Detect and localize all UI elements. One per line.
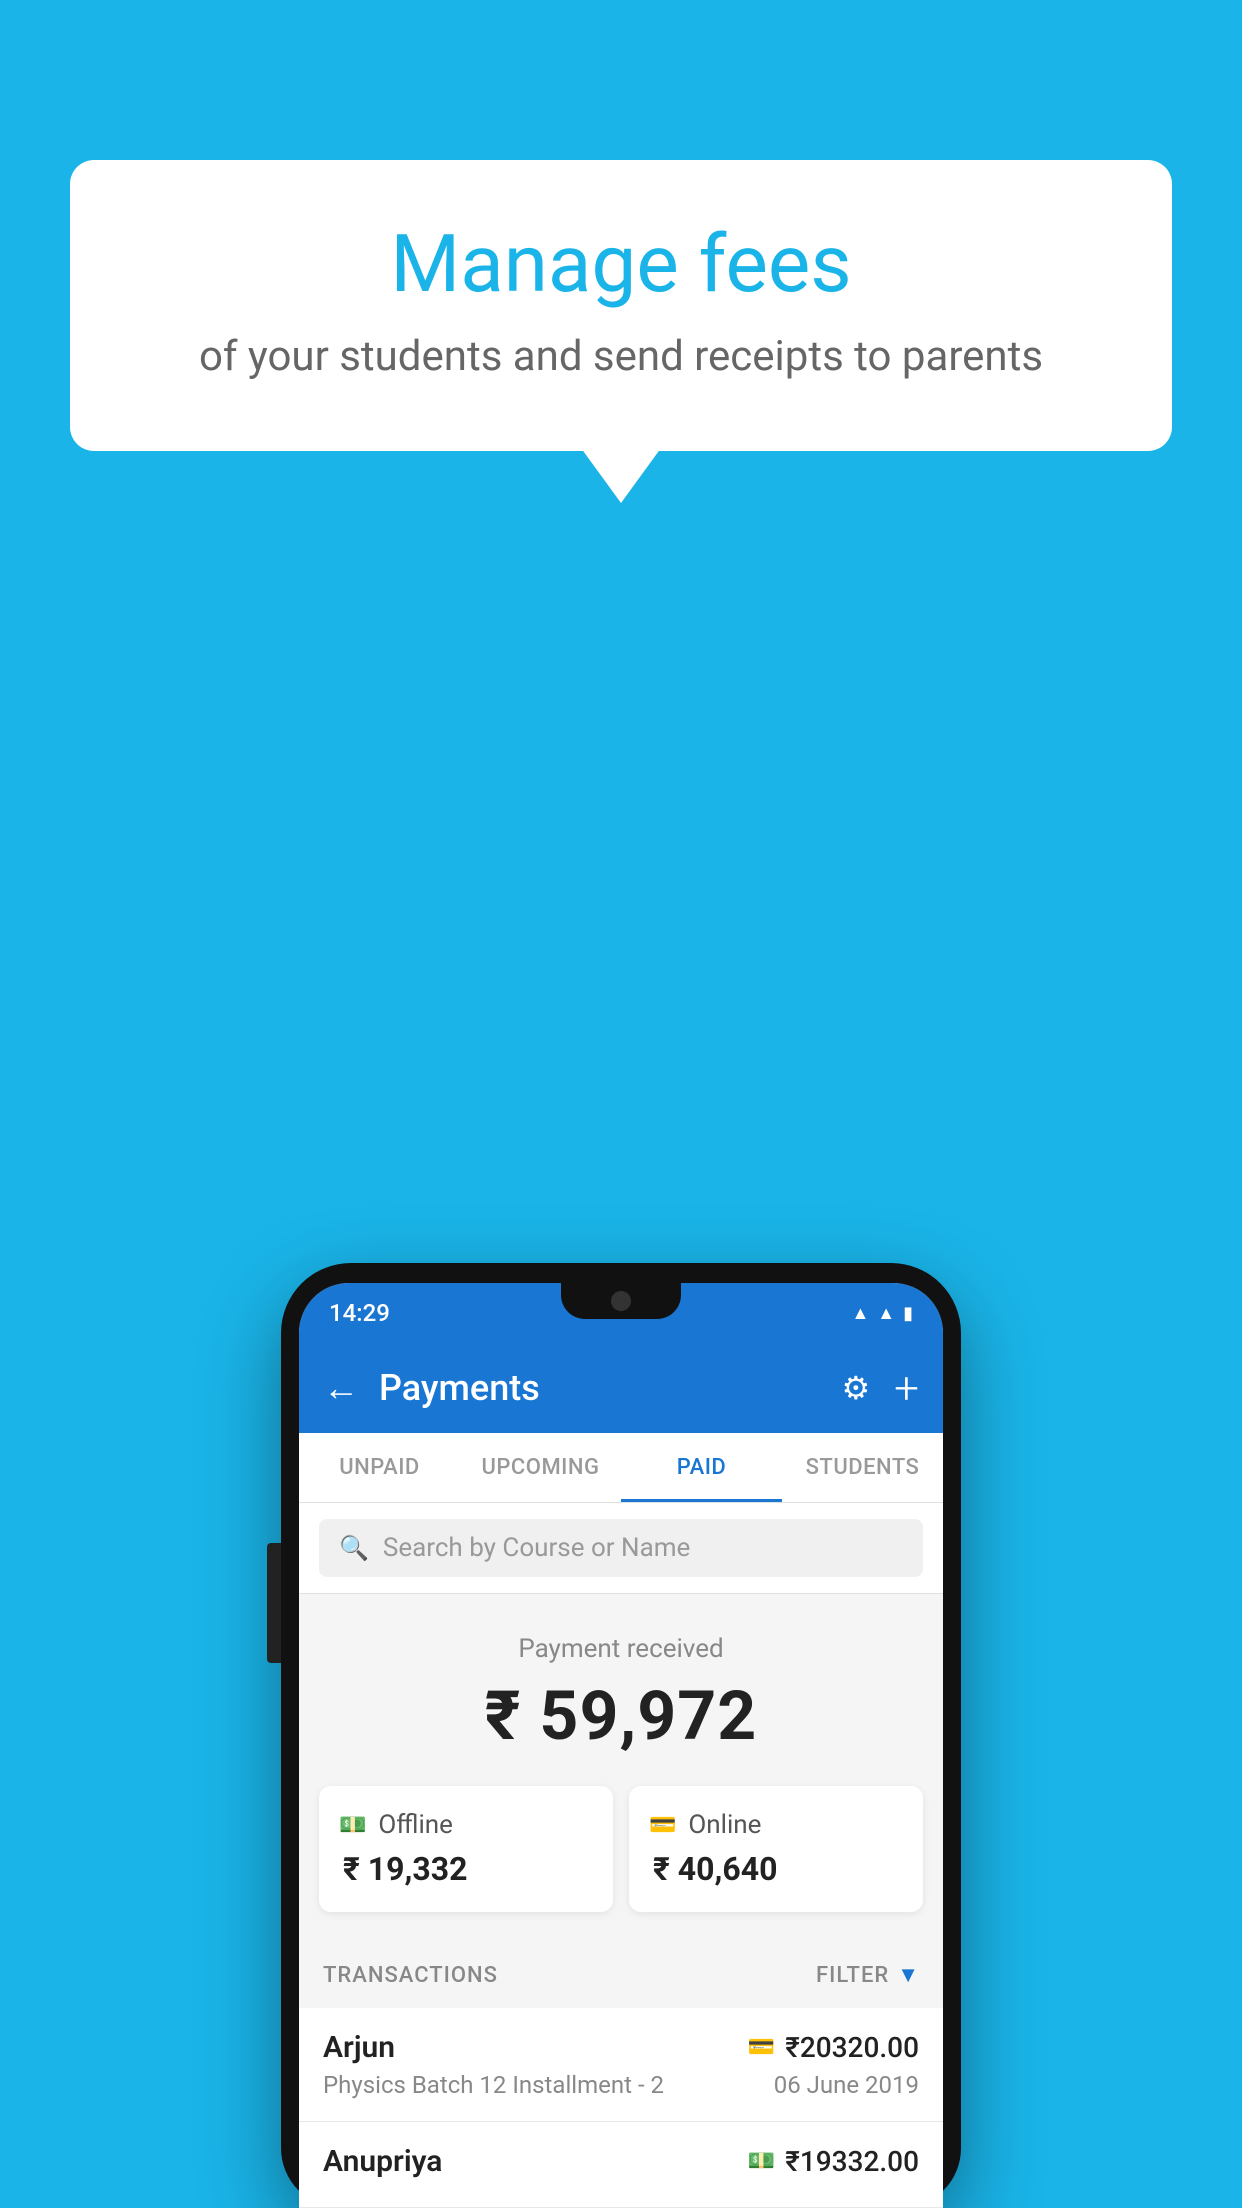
- app-bar-title: Payments: [379, 1367, 821, 1409]
- transaction-amount-container: 💵 ₹19332.00: [748, 2145, 919, 2178]
- transactions-header: TRANSACTIONS FILTER ▼: [299, 1942, 943, 2008]
- signal-icon: ▲: [877, 1303, 895, 1324]
- phone-screen: 14:29 ▲ ▲ ▮ ← Payments ⚙ + UNPAID: [299, 1283, 943, 2208]
- speech-bubble: Manage fees of your students and send re…: [70, 160, 1172, 451]
- payment-summary: Payment received ₹ 59,972: [299, 1594, 943, 1786]
- transaction-amount: ₹20320.00: [785, 2031, 919, 2064]
- payment-cards: 💵 Offline ₹ 19,332 💳 Online ₹ 40,640: [299, 1786, 943, 1942]
- online-card-header: 💳 Online: [649, 1810, 903, 1840]
- settings-icon[interactable]: ⚙: [841, 1369, 870, 1407]
- transaction-row-top: Arjun 💳 ₹20320.00: [323, 2030, 919, 2065]
- app-bar: ← Payments ⚙ +: [299, 1343, 943, 1433]
- battery-icon: ▮: [903, 1303, 913, 1324]
- offline-amount: ₹ 19,332: [339, 1850, 593, 1888]
- status-icons: ▲ ▲ ▮: [851, 1303, 913, 1324]
- transaction-name: Arjun: [323, 2030, 395, 2065]
- tabs: UNPAID UPCOMING PAID STUDENTS: [299, 1433, 943, 1503]
- tab-paid[interactable]: PAID: [621, 1433, 782, 1502]
- filter-button[interactable]: FILTER ▼: [816, 1962, 919, 1988]
- transactions-label: TRANSACTIONS: [323, 1963, 498, 1988]
- offline-card: 💵 Offline ₹ 19,332: [319, 1786, 613, 1912]
- phone-body: 14:29 ▲ ▲ ▮ ← Payments ⚙ + UNPAID: [281, 1263, 961, 2208]
- tab-students[interactable]: STUDENTS: [782, 1433, 943, 1502]
- status-time: 14:29: [329, 1299, 390, 1327]
- manage-fees-subtitle: of your students and send receipts to pa…: [150, 332, 1092, 381]
- notch: [561, 1283, 681, 1319]
- filter-label: FILTER: [816, 1963, 889, 1988]
- transaction-item[interactable]: Arjun 💳 ₹20320.00 Physics Batch 12 Insta…: [299, 2008, 943, 2122]
- offline-label: Offline: [378, 1810, 453, 1840]
- manage-fees-title: Manage fees: [150, 220, 1092, 308]
- cash-payment-icon: 💵: [748, 2149, 775, 2174]
- wifi-icon: ▲: [851, 1303, 869, 1324]
- status-bar: 14:29 ▲ ▲ ▮: [299, 1283, 943, 1343]
- transaction-row-bottom: Physics Batch 12 Installment - 2 06 June…: [323, 2071, 919, 2099]
- online-card: 💳 Online ₹ 40,640: [629, 1786, 923, 1912]
- payment-received-label: Payment received: [299, 1634, 943, 1664]
- online-amount: ₹ 40,640: [649, 1850, 903, 1888]
- transaction-item[interactable]: Anupriya 💵 ₹19332.00: [299, 2122, 943, 2208]
- tab-unpaid[interactable]: UNPAID: [299, 1433, 460, 1502]
- online-label: Online: [688, 1810, 761, 1840]
- payment-total-amount: ₹ 59,972: [299, 1676, 943, 1756]
- search-placeholder: Search by Course or Name: [383, 1533, 690, 1563]
- app-bar-action-icons: ⚙ +: [841, 1366, 919, 1410]
- search-icon: 🔍: [339, 1534, 369, 1562]
- transaction-amount: ₹19332.00: [785, 2145, 919, 2178]
- phone-mockup: 14:29 ▲ ▲ ▮ ← Payments ⚙ + UNPAID: [281, 1263, 961, 2208]
- offline-icon: 💵: [339, 1813, 366, 1838]
- add-icon[interactable]: +: [894, 1366, 919, 1410]
- search-box[interactable]: 🔍 Search by Course or Name: [319, 1519, 923, 1577]
- filter-icon: ▼: [897, 1962, 919, 1988]
- offline-card-header: 💵 Offline: [339, 1810, 593, 1840]
- online-icon: 💳: [649, 1813, 676, 1838]
- search-container: 🔍 Search by Course or Name: [299, 1503, 943, 1594]
- back-button[interactable]: ←: [323, 1367, 359, 1409]
- transaction-name: Anupriya: [323, 2144, 442, 2179]
- card-payment-icon: 💳: [748, 2035, 775, 2060]
- transaction-row-top: Anupriya 💵 ₹19332.00: [323, 2144, 919, 2179]
- transaction-course: Physics Batch 12 Installment - 2: [323, 2071, 664, 2099]
- transaction-amount-container: 💳 ₹20320.00: [748, 2031, 919, 2064]
- tab-upcoming[interactable]: UPCOMING: [460, 1433, 621, 1502]
- transaction-date: 06 June 2019: [774, 2071, 919, 2099]
- notch-camera: [611, 1291, 631, 1311]
